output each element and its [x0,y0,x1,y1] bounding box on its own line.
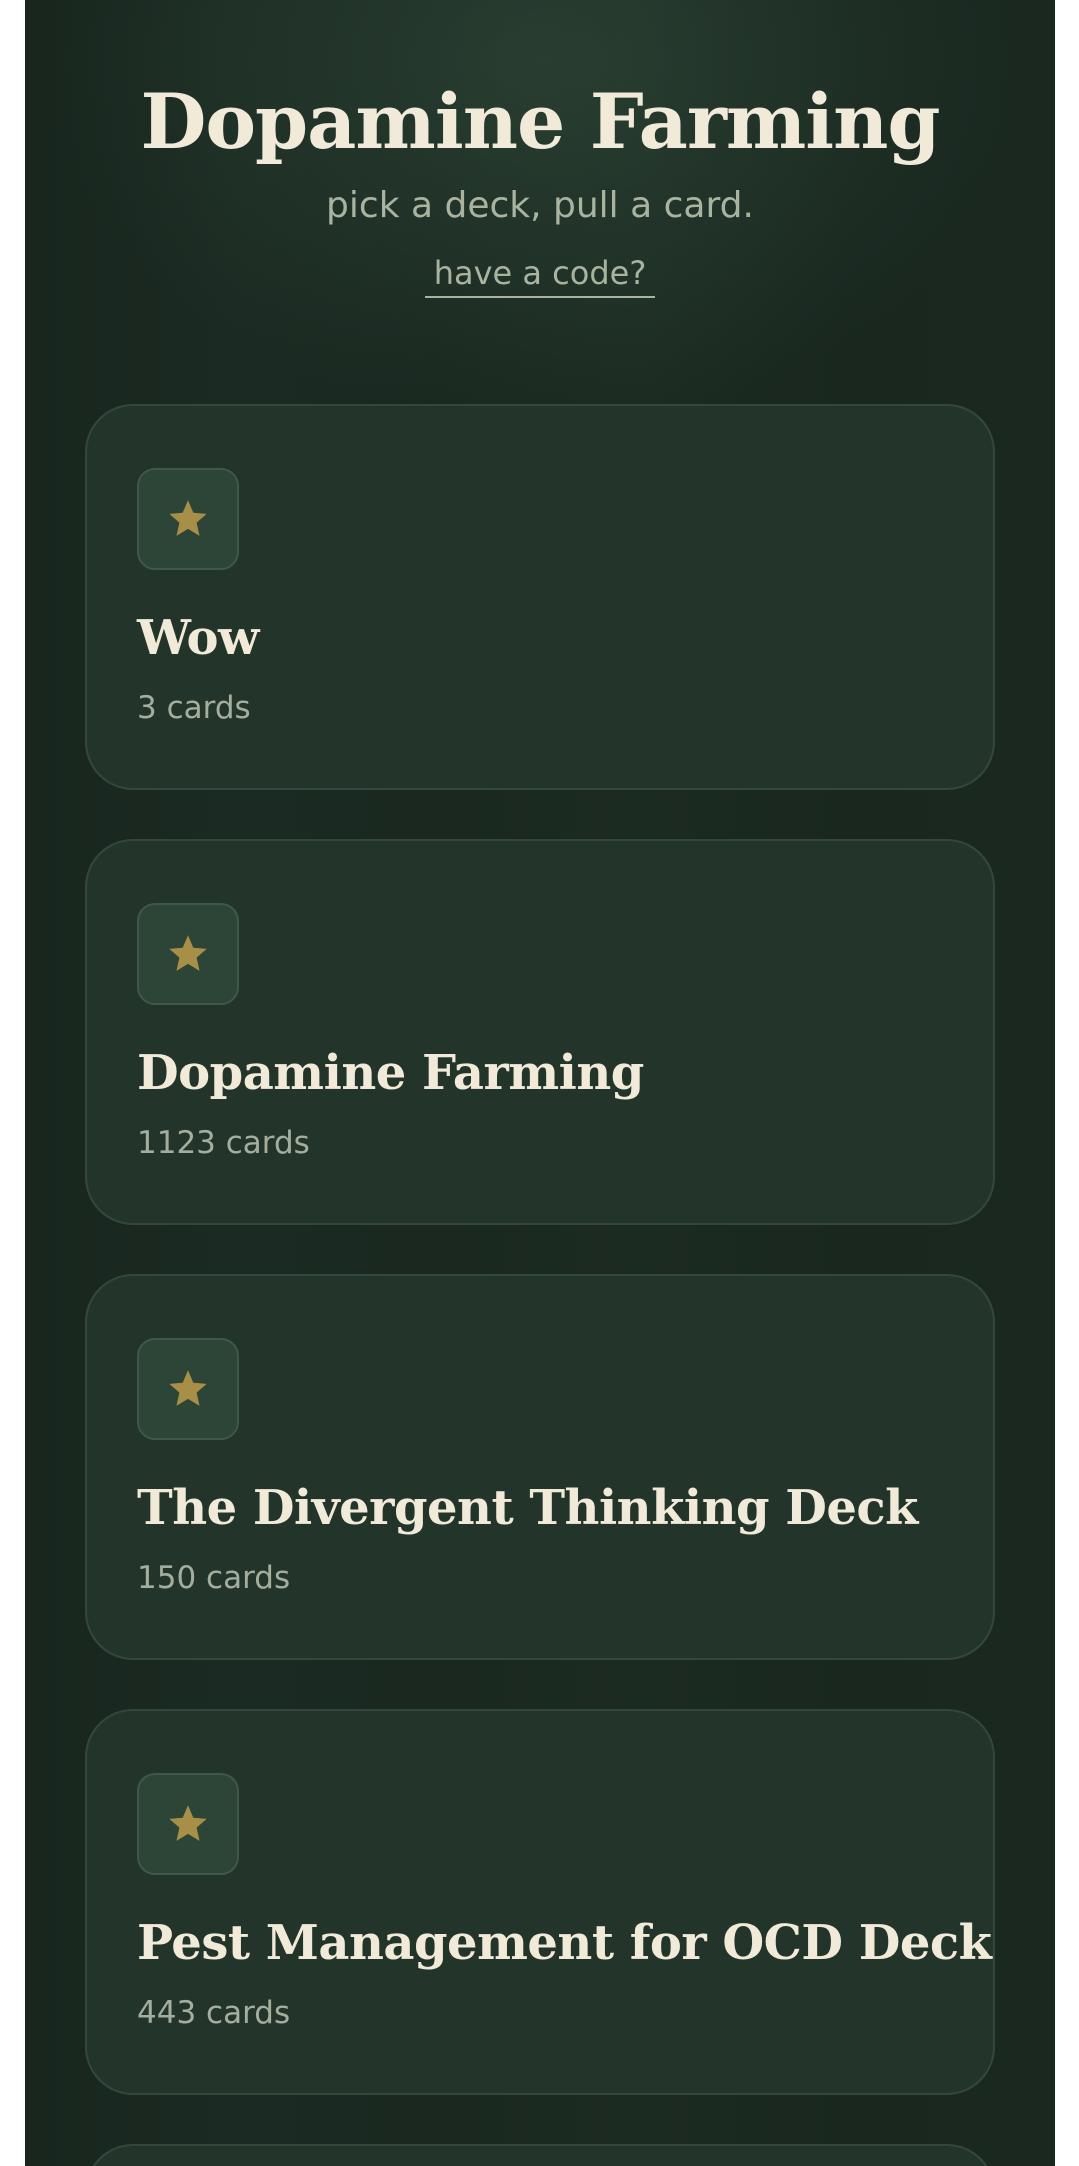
deck-icon-badge [137,1338,239,1440]
deck-icon-badge [137,1773,239,1875]
deck-card-dopamine-farming[interactable]: Dopamine Farming 1123 cards [85,839,995,1225]
deck-card-count: 1123 cards [137,1125,310,1161]
have-a-code-link[interactable]: have a code? [425,250,655,298]
page-subtitle: pick a deck, pull a card. [326,185,754,226]
deck-title: The Divergent Thinking Deck [137,1480,918,1536]
deck-card-pest-management[interactable]: Pest Management for OCD Deck 443 cards [85,1709,995,2095]
star-icon [169,1805,207,1841]
deck-card-divergent-thinking[interactable]: The Divergent Thinking Deck 150 cards [85,1274,995,1660]
deck-card-wow[interactable]: Wow 3 cards [85,404,995,790]
deck-card-count: 443 cards [137,1995,291,2031]
star-icon [169,935,207,971]
deck-title: Wow [137,610,259,666]
page-title: Dopamine Farming [140,77,940,166]
deck-card-count: 150 cards [137,1560,291,1596]
deck-icon-badge [137,468,239,570]
deck-title: Dopamine Farming [137,1045,644,1101]
deck-card-count: 3 cards [137,690,251,726]
deck-icon-badge [137,903,239,1005]
star-icon [169,500,207,536]
deck-title: Pest Management for OCD Deck [137,1915,992,1971]
star-icon [169,1370,207,1406]
deck-card-next[interactable] [85,2144,995,2166]
app-screen: Dopamine Farming pick a deck, pull a car… [25,0,1055,2166]
deck-list: Wow 3 cards Dopamine Farming 1123 cards … [85,404,995,2166]
